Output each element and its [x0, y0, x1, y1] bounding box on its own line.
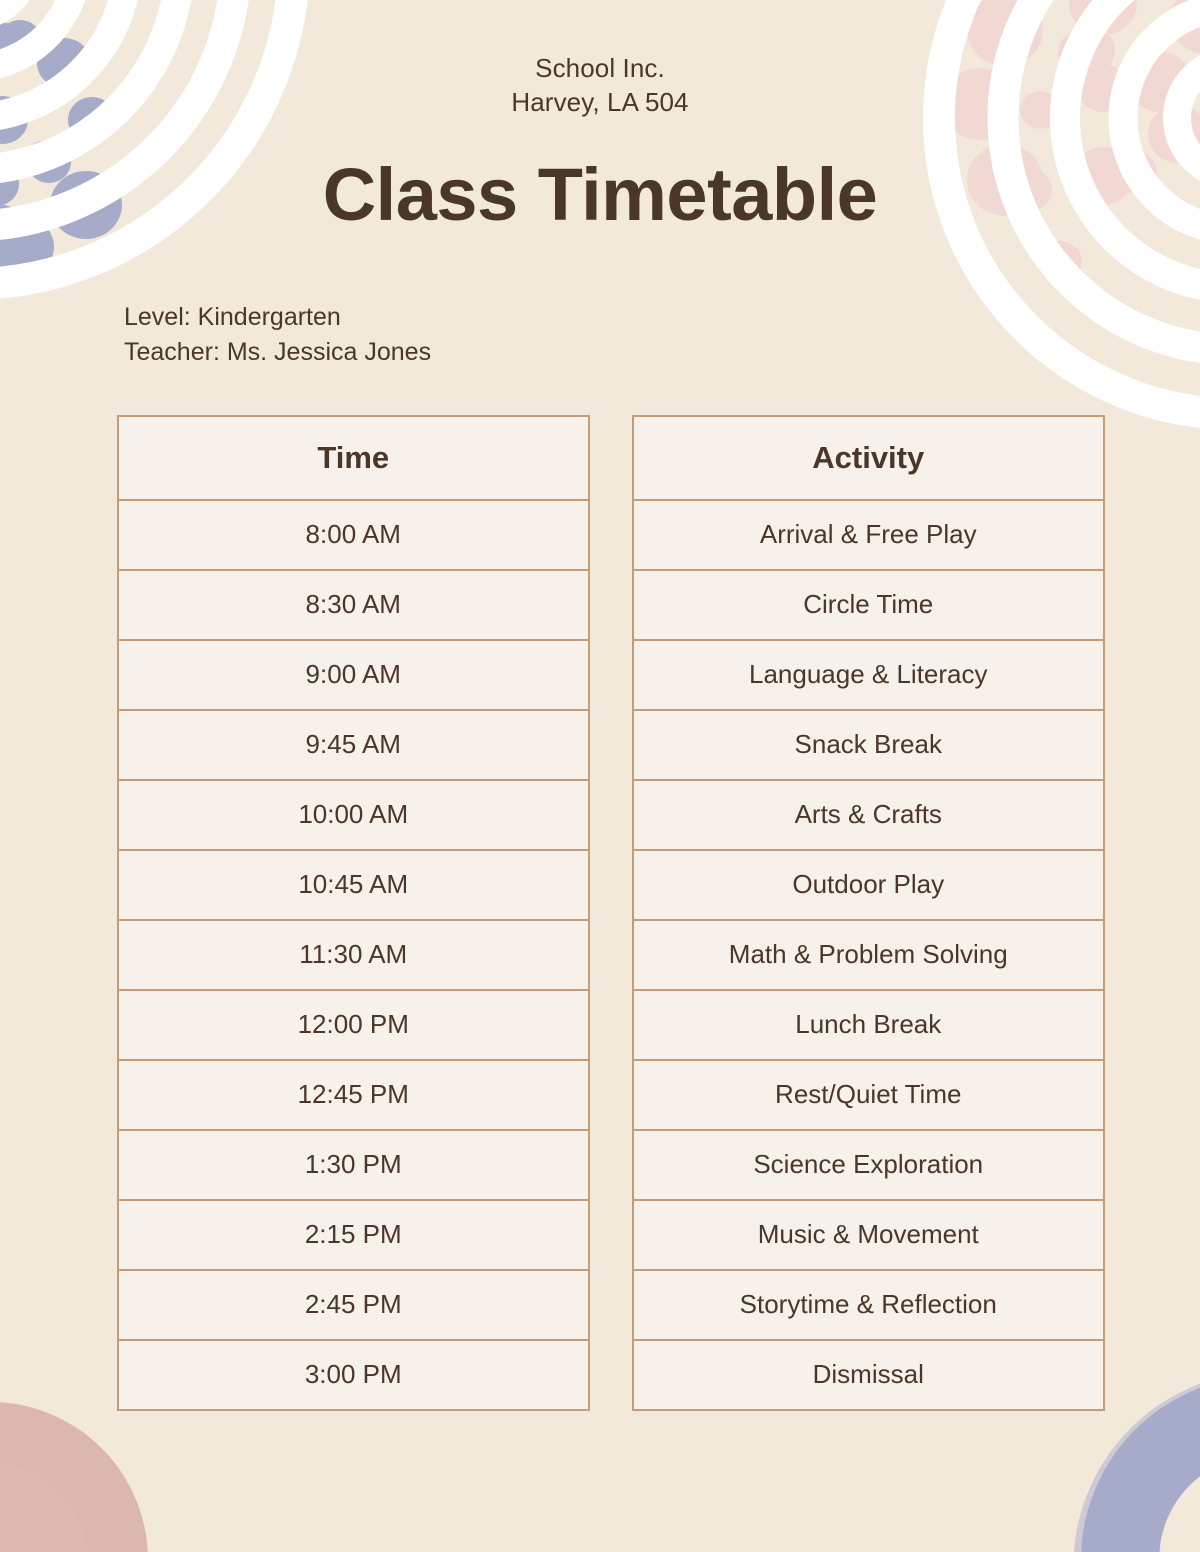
activity-table: Activity Arrival & Free Play Circle Time L…: [631, 414, 1105, 1411]
bottom-left-brush-arc-icon: [0, 1402, 148, 1552]
table-row: Lunch Break: [631, 988, 1105, 1061]
table-row: Dismissal: [631, 1338, 1105, 1411]
activity-table-body: Arrival & Free Play Circle Time Language &…: [631, 498, 1105, 1411]
time-cell: 12:45 PM: [117, 1058, 590, 1131]
activity-cell: Music & Movement: [631, 1198, 1105, 1271]
activity-cell: Arts & Crafts: [631, 778, 1105, 851]
activity-cell: Outdoor Play: [631, 848, 1105, 921]
teacher-label: Teacher: Ms. Jessica Jones: [124, 338, 432, 367]
table-row: 2:45 PM: [117, 1268, 590, 1341]
table-row: Circle Time: [631, 568, 1105, 641]
time-cell: 2:45 PM: [117, 1268, 590, 1341]
time-cell: 10:00 AM: [117, 778, 590, 851]
page-content: School Inc. Harvey, LA 504 Class Timetab…: [0, 0, 1200, 1411]
activity-cell: Arrival & Free Play: [631, 498, 1105, 571]
time-cell: 8:00 AM: [117, 498, 590, 571]
time-cell: 1:30 PM: [117, 1128, 590, 1201]
table-row: 10:45 AM: [117, 848, 590, 921]
table-row: 9:45 AM: [117, 708, 590, 781]
table-row: 9:00 AM: [117, 638, 590, 711]
class-meta-block: Level: Kindergarten Teacher: Ms. Jessica…: [0, 300, 1200, 371]
activity-column-header: Activity: [631, 414, 1105, 501]
table-row: Rest/Quiet Time: [631, 1058, 1105, 1131]
activity-cell: Dismissal: [631, 1338, 1105, 1411]
time-cell: 11:30 AM: [117, 918, 590, 991]
table-row: Science Exploration: [631, 1128, 1105, 1201]
table-row: Math & Problem Solving: [631, 918, 1105, 991]
page-title: Class Timetable: [322, 152, 878, 236]
time-header-row: Time: [117, 414, 590, 501]
time-cell: 10:45 AM: [117, 848, 590, 921]
organization-name: School Inc.: [535, 53, 665, 83]
table-row: 12:00 PM: [117, 988, 590, 1061]
activity-cell: Science Exploration: [631, 1128, 1105, 1201]
time-cell: 9:00 AM: [117, 638, 590, 711]
table-row: 3:00 PM: [117, 1338, 590, 1411]
activity-header-row: Activity: [631, 414, 1105, 501]
activity-cell: Language & Literacy: [631, 638, 1105, 711]
table-row: Language & Literacy: [631, 638, 1105, 711]
table-row: Storytime & Reflection: [631, 1268, 1105, 1341]
table-row: 12:45 PM: [117, 1058, 590, 1131]
organization-block: School Inc. Harvey, LA 504: [0, 0, 1200, 120]
time-cell: 9:45 AM: [117, 708, 590, 781]
activity-cell: Math & Problem Solving: [631, 918, 1105, 991]
time-column-header: Time: [117, 414, 590, 501]
table-row: 10:00 AM: [117, 778, 590, 851]
table-row: Snack Break: [631, 708, 1105, 781]
schedule-tables: Time 8:00 AM 8:30 AM 9:00 AM 9:45 AM 10:00 A…: [0, 414, 1200, 1411]
table-row: Arts & Crafts: [631, 778, 1105, 851]
time-cell: 2:15 PM: [117, 1198, 590, 1271]
table-row: 2:15 PM: [117, 1198, 590, 1271]
organization-address: Harvey, LA 504: [511, 86, 689, 117]
time-table-head: Time: [117, 414, 590, 501]
activity-cell: Snack Break: [631, 708, 1105, 781]
time-cell: 3:00 PM: [117, 1338, 590, 1411]
level-label: Level: Kindergarten: [124, 302, 341, 331]
time-cell: 8:30 AM: [117, 568, 590, 641]
table-row: Arrival & Free Play: [631, 498, 1105, 571]
table-row: Outdoor Play: [631, 848, 1105, 921]
table-row: 1:30 PM: [117, 1128, 590, 1201]
activity-cell: Lunch Break: [631, 988, 1105, 1061]
table-row: 8:00 AM: [117, 498, 590, 571]
time-table: Time 8:00 AM 8:30 AM 9:00 AM 9:45 AM 10:00 A…: [117, 414, 590, 1411]
time-table-body: 8:00 AM 8:30 AM 9:00 AM 9:45 AM 10:00 AM 10:4…: [117, 498, 590, 1411]
table-row: 8:30 AM: [117, 568, 590, 641]
activity-cell: Storytime & Reflection: [631, 1268, 1105, 1341]
table-row: 11:30 AM: [117, 918, 590, 991]
time-cell: 12:00 PM: [117, 988, 590, 1061]
activity-cell: Rest/Quiet Time: [631, 1058, 1105, 1131]
activity-cell: Circle Time: [631, 568, 1105, 641]
activity-table-head: Activity: [631, 414, 1105, 501]
timetable-page: School Inc. Harvey, LA 504 Class Timetab…: [0, 0, 1200, 1552]
table-row: Music & Movement: [631, 1198, 1105, 1271]
